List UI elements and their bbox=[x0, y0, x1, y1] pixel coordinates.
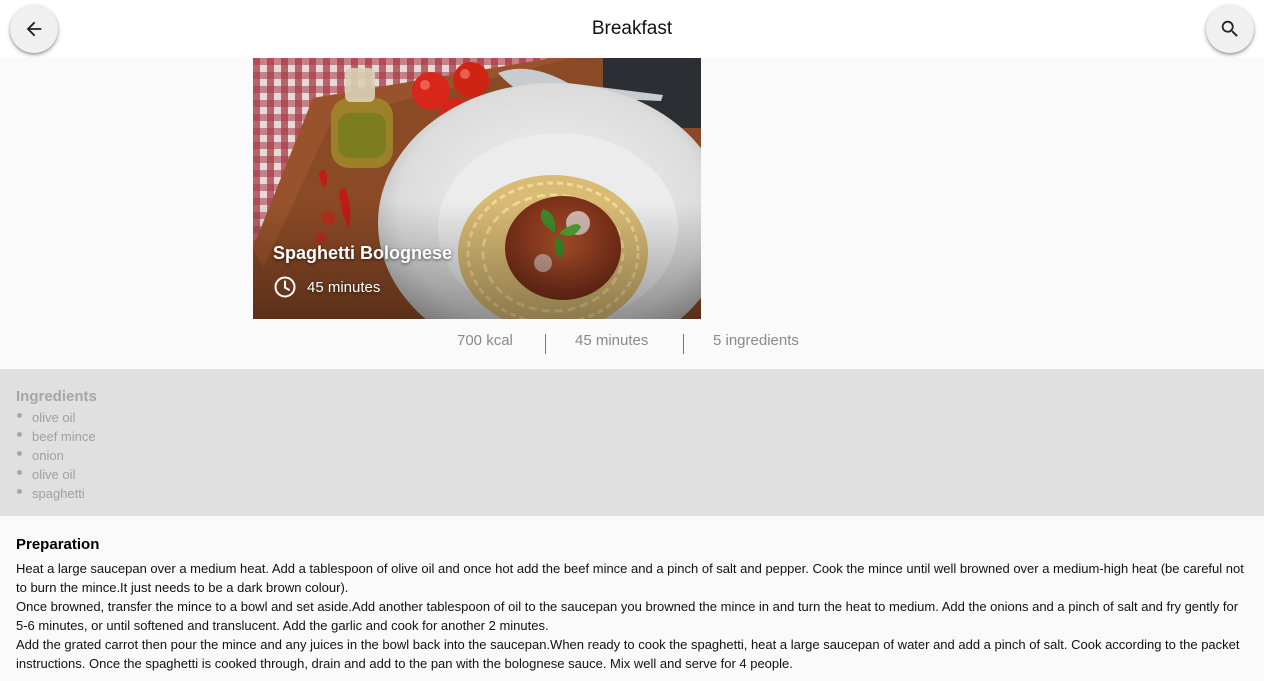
stat-kcal: 700 kcal bbox=[457, 332, 513, 349]
bullet-icon bbox=[17, 451, 22, 456]
recipe-time: 45 minutes bbox=[273, 276, 380, 298]
ingredients-title: Ingredients bbox=[16, 388, 97, 405]
recipe-title: Spaghetti Bolognese bbox=[273, 243, 453, 263]
ingredient-label: olive oil bbox=[32, 467, 76, 482]
bullet-icon bbox=[17, 432, 22, 437]
preparation-section: Preparation Heat a large saucepan over a… bbox=[16, 536, 1252, 673]
ingredient-item: spaghetti bbox=[16, 484, 96, 503]
ingredient-label: onion bbox=[32, 448, 64, 463]
ingredients-section: Ingredients olive oil beef mince onion o… bbox=[0, 369, 1264, 516]
clock-icon bbox=[274, 276, 296, 298]
stat-duration: 45 minutes bbox=[575, 332, 649, 349]
ingredient-item: onion bbox=[16, 446, 96, 465]
stat-divider bbox=[683, 334, 684, 354]
search-icon bbox=[1221, 20, 1238, 37]
recipe-stats: 700 kcal 45 minutes 5 ingredients bbox=[0, 332, 1264, 356]
bullet-icon bbox=[17, 470, 22, 475]
stat-divider bbox=[545, 334, 546, 354]
bullet-icon bbox=[17, 489, 22, 494]
ingredient-label: spaghetti bbox=[32, 486, 85, 501]
preparation-step: Heat a large saucepan over a medium heat… bbox=[16, 561, 1244, 595]
preparation-step: Add the grated carrot then pour the minc… bbox=[16, 637, 1240, 671]
recipe-hero-card[interactable]: Spaghetti Bolognese 45 minutes bbox=[253, 58, 701, 319]
bullet-icon bbox=[17, 413, 22, 418]
stat-ingredients-count: 5 ingredients bbox=[713, 332, 799, 349]
ingredient-label: olive oil bbox=[32, 410, 76, 425]
recipe-time-label: 45 minutes bbox=[307, 278, 381, 296]
ingredient-item: olive oil bbox=[16, 408, 96, 427]
preparation-title: Preparation bbox=[16, 536, 100, 553]
ingredients-list: olive oil beef mince onion olive oil spa… bbox=[16, 408, 96, 503]
app-bar: Breakfast bbox=[0, 0, 1264, 58]
ingredient-label: beef mince bbox=[32, 429, 96, 444]
search-button[interactable] bbox=[1206, 5, 1254, 53]
ingredient-item: olive oil bbox=[16, 465, 96, 484]
page-title: Breakfast bbox=[591, 18, 673, 39]
ingredient-item: beef mince bbox=[16, 427, 96, 446]
preparation-step: Once browned, transfer the mince to a bo… bbox=[16, 599, 1239, 633]
